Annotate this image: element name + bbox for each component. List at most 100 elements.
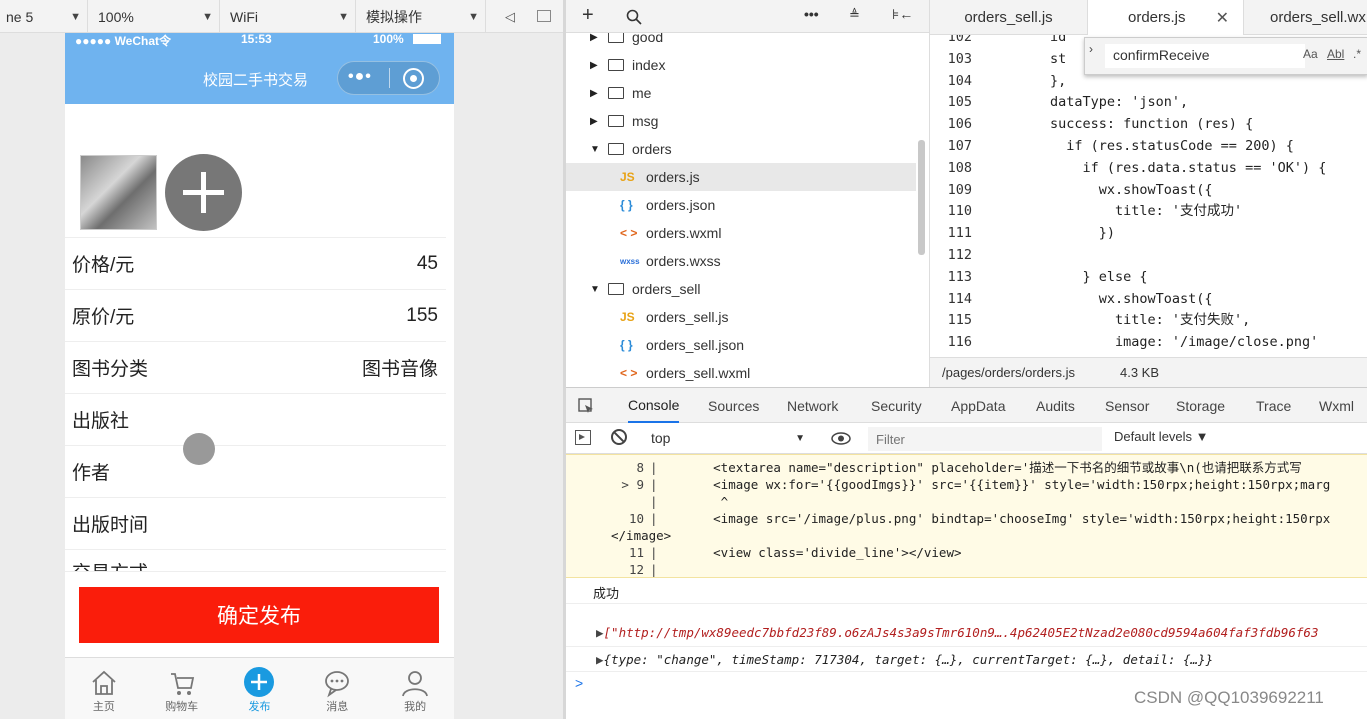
- add-photo-button[interactable]: [165, 154, 242, 231]
- close-mini-icon[interactable]: [403, 68, 424, 89]
- tree-item[interactable]: JS orders.js: [566, 163, 916, 191]
- tab-publish[interactable]: 发布: [221, 658, 299, 719]
- divider: [566, 646, 1367, 647]
- console-prompt[interactable]: >: [575, 675, 583, 691]
- form-row-author[interactable]: 作者: [65, 446, 446, 498]
- devtools-tab-wxml[interactable]: Wxml: [1319, 388, 1354, 423]
- error-frame-text: </image>: [611, 528, 672, 543]
- folder-icon: [608, 87, 624, 99]
- devtools-tab-sources[interactable]: Sources: [708, 388, 759, 423]
- tab-orders-sell-js[interactable]: orders_sell.js: [930, 0, 1088, 35]
- form-row-publish-date[interactable]: 出版时间: [65, 498, 446, 550]
- tab-me[interactable]: 我的: [376, 658, 454, 719]
- tab-home[interactable]: 主页: [65, 658, 143, 719]
- devtools-tab-network[interactable]: Network: [787, 388, 838, 423]
- chevron-down-icon[interactable]: ▼: [590, 144, 608, 155]
- form-row-original-price[interactable]: 原价/元 155: [65, 290, 446, 342]
- log-array[interactable]: ▶["http://tmp/wx89eedc7bbfd23f89.o6zAJs4…: [596, 625, 1318, 640]
- eye-icon[interactable]: [831, 432, 851, 445]
- devtools-panel: Console Sources Network Security AppData Audi…: [566, 387, 1367, 719]
- simulator-toolbar: ne 5 ▼ 100% ▼ WiFi ▼ 模拟操作 ▼ ◁: [0, 0, 563, 33]
- chevron-right-icon[interactable]: ▶: [590, 32, 608, 43]
- expand-arrow-icon[interactable]: ▶: [596, 652, 604, 667]
- sidebar-toggle-icon[interactable]: [575, 430, 591, 445]
- code-text: }): [1050, 225, 1116, 242]
- network-select[interactable]: WiFi ▼: [224, 0, 356, 33]
- zoom-select[interactable]: 100% ▼: [92, 0, 220, 33]
- code-line: 113 } else {: [930, 266, 1367, 288]
- devtools-tab-audits[interactable]: Audits: [1036, 388, 1075, 423]
- devtools-tab-console[interactable]: Console: [628, 388, 680, 423]
- devtools-tab-appdata[interactable]: AppData: [951, 388, 1005, 423]
- tree-item[interactable]: ▶ index: [566, 51, 916, 79]
- tab-orders-sell-wxml[interactable]: orders_sell.wx: [1244, 0, 1367, 35]
- book-photo[interactable]: [80, 155, 157, 230]
- tab-messages[interactable]: 消息: [298, 658, 376, 719]
- collapse-icon[interactable]: ⊧←: [892, 6, 913, 23]
- form-row-price[interactable]: 价格/元 45: [65, 238, 446, 290]
- tab-label: 发布: [248, 701, 271, 713]
- inspect-icon[interactable]: [578, 398, 594, 414]
- devtools-tab-storage[interactable]: Storage: [1176, 388, 1225, 423]
- code-text: if (res.statusCode == 200) {: [1050, 138, 1294, 154]
- submit-button[interactable]: 确定发布: [79, 587, 439, 643]
- expand-arrow-icon[interactable]: ▶: [596, 625, 604, 640]
- clear-console-icon[interactable]: [611, 429, 627, 445]
- tree-item[interactable]: { } orders_sell.json: [566, 331, 916, 359]
- tree-item[interactable]: < > orders.wxml: [566, 219, 916, 247]
- devtools-tab-trace[interactable]: Trace: [1256, 388, 1291, 423]
- mute-icon[interactable]: ◁: [505, 9, 515, 25]
- operate-select[interactable]: 模拟操作 ▼: [360, 0, 486, 33]
- tree-item[interactable]: { } orders.json: [566, 191, 916, 219]
- chevron-right-icon[interactable]: ▶: [590, 116, 608, 127]
- match-case-toggle[interactable]: Aa: [1303, 47, 1318, 61]
- filter-input[interactable]: [868, 427, 1102, 451]
- add-file-icon[interactable]: +: [582, 4, 594, 27]
- window-icon[interactable]: [537, 10, 551, 22]
- form-row-category[interactable]: 图书分类 图书音像: [65, 342, 446, 394]
- log-event[interactable]: ▶{type: "change", timeStamp: 717304, tar…: [596, 652, 1213, 667]
- tree-item[interactable]: < > orders_sell.wxml: [566, 359, 916, 387]
- chevron-down-icon: ▼: [468, 10, 479, 23]
- tree-scrollbar[interactable]: [918, 140, 925, 255]
- form-row-publisher[interactable]: 出版社: [65, 394, 446, 446]
- user-icon: [402, 671, 428, 697]
- more-icon[interactable]: •••: [804, 6, 819, 22]
- close-icon[interactable]: ✕: [1216, 8, 1229, 28]
- form-label: 作者: [72, 463, 111, 484]
- regex-toggle[interactable]: .*: [1353, 47, 1361, 61]
- chevron-down-icon[interactable]: ▼: [590, 284, 608, 295]
- context-select[interactable]: top ▼: [641, 427, 811, 449]
- form-value[interactable]: 155: [406, 305, 438, 327]
- device-select[interactable]: ne 5 ▼: [0, 0, 88, 33]
- devtools-tab-sensor[interactable]: Sensor: [1105, 388, 1149, 423]
- tree-item[interactable]: ▶ me: [566, 79, 916, 107]
- chevron-right-icon[interactable]: ▶: [590, 88, 608, 99]
- expand-icon[interactable]: ›: [1089, 42, 1093, 56]
- tree-item[interactable]: JS orders_sell.js: [566, 303, 916, 331]
- tree-item[interactable]: ▼ orders: [566, 135, 916, 163]
- wxml-file-icon: < >: [620, 226, 638, 240]
- console-toolbar: top ▼ Default levels ▼: [566, 423, 1367, 454]
- find-input[interactable]: confirmReceive: [1105, 44, 1305, 68]
- sort-icon[interactable]: ≜: [849, 7, 860, 23]
- more-icon[interactable]: •●•: [348, 68, 372, 86]
- tab-label: 我的: [404, 701, 427, 713]
- form-value[interactable]: 45: [417, 253, 438, 275]
- devtools-tab-security[interactable]: Security: [871, 388, 922, 423]
- error-frame-text: <textarea name="description" placeholder…: [668, 460, 1302, 475]
- publish-icon: [244, 667, 275, 697]
- chevron-right-icon[interactable]: ▶: [590, 60, 608, 71]
- tab-cart[interactable]: 购物车: [143, 658, 221, 719]
- battery-icon: [413, 34, 441, 44]
- tree-item[interactable]: wxss orders.wxss: [566, 247, 916, 275]
- tree-item[interactable]: ▼ orders_sell: [566, 275, 916, 303]
- search-icon[interactable]: [626, 9, 642, 25]
- tab-orders-js[interactable]: orders.js ✕: [1088, 0, 1244, 35]
- form-row-trade-method[interactable]: 交易方式: [65, 550, 446, 572]
- editor-tabs: orders_sell.js orders.js ✕ orders_sell.wx: [930, 0, 1367, 35]
- form-value[interactable]: 图书音像: [362, 354, 438, 381]
- levels-select[interactable]: Default levels ▼: [1114, 429, 1209, 444]
- whole-word-toggle[interactable]: Abl: [1327, 47, 1344, 61]
- tree-item[interactable]: ▶ msg: [566, 107, 916, 135]
